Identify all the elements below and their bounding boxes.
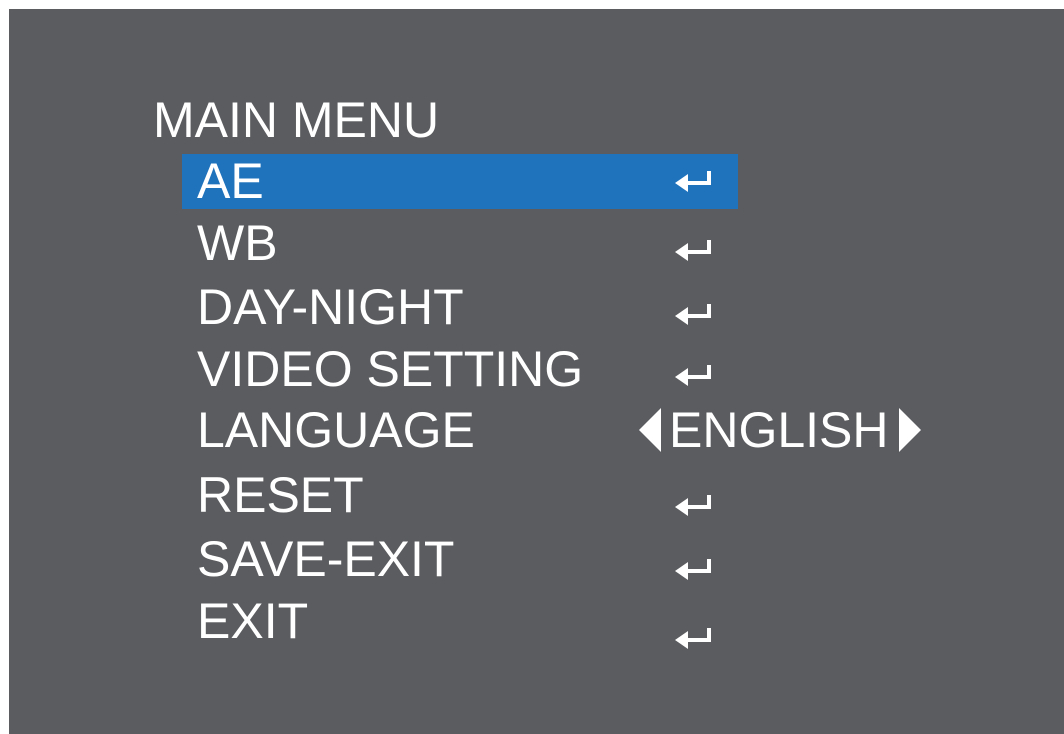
arrow-right-icon[interactable] — [897, 406, 923, 454]
enter-return-icon — [675, 240, 711, 261]
menu-item-label: EXIT — [197, 593, 309, 649]
menu-item-wb[interactable]: WB — [182, 216, 738, 271]
enter-return-icon — [675, 628, 711, 649]
enter-return-icon — [675, 304, 711, 325]
language-value: ENGLISH — [669, 402, 889, 458]
menu-item-label: SAVE-EXIT — [197, 531, 455, 587]
enter-return-icon — [675, 559, 711, 580]
osd-screen: MAIN MENU AE WB DAY-NIGHT VIDEO SETTING … — [9, 9, 1064, 734]
menu-item-language[interactable]: LANGUAGE ENGLISH — [182, 402, 921, 458]
menu-item-label: DAY-NIGHT — [197, 279, 464, 335]
menu-item-video-setting[interactable]: VIDEO SETTING — [182, 342, 738, 397]
menu-item-label: RESET — [197, 467, 364, 523]
menu-title: MAIN MENU — [153, 92, 440, 148]
enter-return-icon — [675, 365, 711, 386]
enter-return-icon — [675, 495, 711, 516]
language-selector[interactable]: ENGLISH — [637, 405, 923, 455]
arrow-left-icon[interactable] — [637, 406, 663, 454]
menu-item-exit[interactable]: EXIT — [182, 594, 738, 649]
menu-item-reset[interactable]: RESET — [182, 468, 738, 523]
menu-item-day-night[interactable]: DAY-NIGHT — [182, 280, 738, 335]
menu-item-label: WB — [197, 215, 278, 271]
menu-item-save-exit[interactable]: SAVE-EXIT — [182, 532, 738, 587]
enter-return-icon — [675, 171, 711, 192]
menu-item-label: LANGUAGE — [197, 402, 475, 458]
menu-item-ae[interactable]: AE — [182, 154, 738, 209]
menu-item-label: VIDEO SETTING — [197, 341, 584, 397]
menu-item-label: AE — [197, 153, 264, 209]
